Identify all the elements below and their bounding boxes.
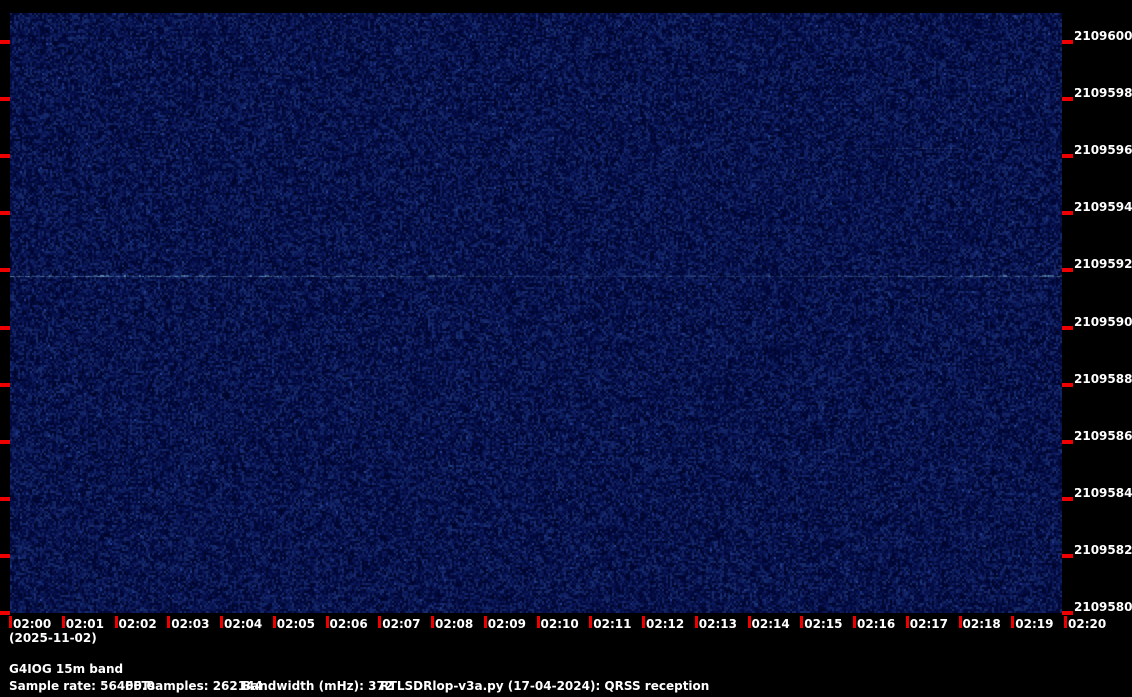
time-tick — [537, 616, 540, 628]
frequency-tick-left — [0, 40, 10, 44]
time-tick-label: 02:01 — [66, 618, 104, 631]
time-tick — [748, 616, 751, 628]
frequency-tick-right — [1062, 497, 1073, 501]
frequency-tick-right — [1062, 383, 1073, 387]
frequency-tick-left — [0, 383, 10, 387]
time-tick-label: 02:06 — [330, 618, 368, 631]
time-tick — [431, 616, 434, 628]
time-tick — [9, 616, 12, 628]
frequency-tick-left — [0, 326, 10, 330]
frequency-tick-label: 21095980 — [1074, 87, 1132, 99]
frequency-tick-label: 21095900 — [1074, 316, 1132, 328]
bandwidth-label: Bandwidth (mHz): 372 — [242, 680, 393, 693]
frequency-tick-left — [0, 268, 10, 272]
time-tick-label: 02:18 — [963, 618, 1001, 631]
frequency-tick-right — [1062, 154, 1073, 158]
program-version-label: RTLSDRlop-v3a.py (17-04-2024): QRSS rece… — [380, 680, 709, 693]
time-tick-label: 02:08 — [435, 618, 473, 631]
time-tick-label: 02:11 — [593, 618, 631, 631]
time-tick-label: 02:15 — [804, 618, 842, 631]
frequency-tick-right — [1062, 97, 1073, 101]
time-tick — [273, 616, 276, 628]
frequency-tick-left — [0, 97, 10, 101]
time-tick — [167, 616, 170, 628]
frequency-tick-label: 21095880 — [1074, 373, 1132, 385]
frequency-tick-right — [1062, 440, 1073, 444]
frequency-tick-left — [0, 154, 10, 158]
time-tick — [378, 616, 381, 628]
time-tick — [1064, 616, 1067, 628]
time-tick-label: 02:03 — [171, 618, 209, 631]
frequency-tick-left — [0, 440, 10, 444]
frequency-tick-label: 21095840 — [1074, 487, 1132, 499]
frequency-tick-left — [0, 611, 10, 615]
time-tick — [62, 616, 65, 628]
time-tick-label: 02:02 — [119, 618, 157, 631]
frequency-tick-right — [1062, 326, 1073, 330]
time-tick — [695, 616, 698, 628]
frequency-tick-left — [0, 211, 10, 215]
frequency-tick-label: 21095940 — [1074, 201, 1132, 213]
time-tick — [220, 616, 223, 628]
time-tick — [642, 616, 645, 628]
time-tick-label: 02:20 — [1068, 618, 1106, 631]
frequency-tick-label: 21095820 — [1074, 544, 1132, 556]
time-tick-label: 02:05 — [277, 618, 315, 631]
time-tick-label: 02:10 — [541, 618, 579, 631]
time-tick — [115, 616, 118, 628]
time-tick — [959, 616, 962, 628]
qrss-grabber-screen: 21096000 21095980 21095960 21095940 21095920… — [0, 0, 1132, 697]
spectrogram-canvas — [10, 13, 1062, 613]
time-tick-label: 02:12 — [646, 618, 684, 631]
time-tick-label: 02:14 — [752, 618, 790, 631]
frequency-tick-label: 21095920 — [1074, 258, 1132, 270]
frequency-tick-left — [0, 554, 10, 558]
frequency-tick-label: 21096000 — [1074, 30, 1132, 42]
time-tick-label: 02:04 — [224, 618, 262, 631]
frequency-tick-label: 21095800 — [1074, 601, 1132, 613]
status-line: Sample rate: 56400.0 FFTsamples: 262144 … — [0, 680, 1132, 694]
time-tick-label: 02:19 — [1015, 618, 1053, 631]
frequency-tick-right — [1062, 611, 1073, 615]
date-label: (2025-11-02) — [9, 632, 97, 645]
frequency-tick-right — [1062, 40, 1073, 44]
frequency-tick-right — [1062, 211, 1073, 215]
time-tick-label: 02:09 — [488, 618, 526, 631]
time-tick — [1011, 616, 1014, 628]
time-tick-label: 02:16 — [857, 618, 895, 631]
frequency-tick-label: 21095960 — [1074, 144, 1132, 156]
time-tick — [484, 616, 487, 628]
frequency-tick-right — [1062, 268, 1073, 272]
frequency-tick-label: 21095860 — [1074, 430, 1132, 442]
time-tick-label: 02:07 — [382, 618, 420, 631]
time-tick-label: 02:17 — [910, 618, 948, 631]
frequency-tick-left — [0, 497, 10, 501]
time-tick — [589, 616, 592, 628]
time-tick — [326, 616, 329, 628]
time-tick — [853, 616, 856, 628]
time-tick-label: 02:00 — [13, 618, 51, 631]
time-tick-label: 02:13 — [699, 618, 737, 631]
time-tick — [800, 616, 803, 628]
time-tick — [906, 616, 909, 628]
frequency-tick-right — [1062, 554, 1073, 558]
station-band-label: G4IOG 15m band — [9, 663, 123, 676]
